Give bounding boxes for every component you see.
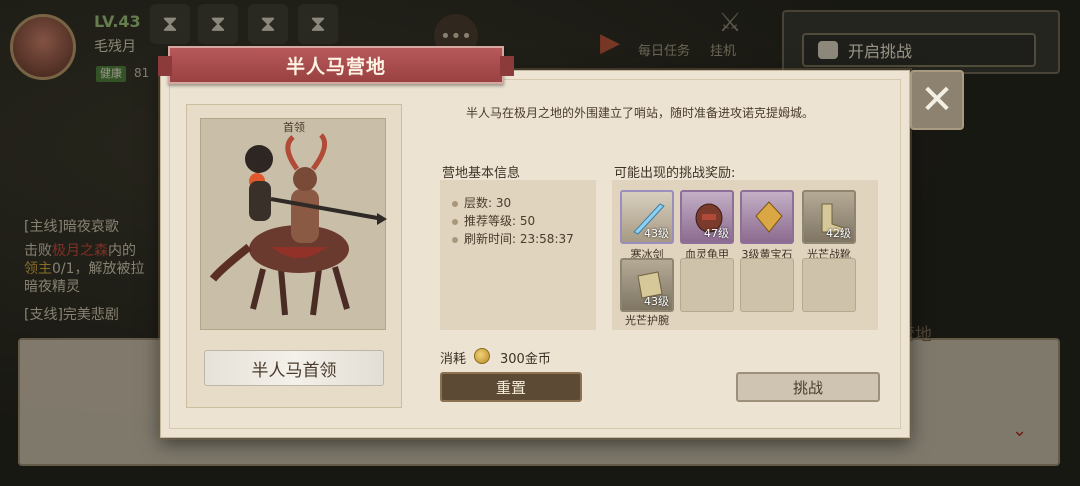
close-icon: ✕ [920, 77, 954, 123]
reset-label: 重置 [495, 378, 526, 397]
item-level: 43级 [644, 295, 669, 308]
boss-portrait [200, 118, 387, 330]
floors-value: 层数: 30 [464, 196, 512, 210]
bullet-icon [452, 218, 458, 225]
challenge-label: 挑战 [792, 378, 823, 397]
reward-slot-empty [740, 258, 794, 312]
challenge-button[interactable]: 挑战 [736, 372, 880, 402]
reward-slot-empty [802, 258, 856, 312]
cost-value: 300金币 [500, 352, 551, 367]
reward-slot-empty [680, 258, 734, 312]
rewards-heading: 可能出现的挑战奖励: [614, 166, 736, 181]
boss-tag: 首领 [283, 121, 305, 134]
boss-name: 半人马首领 [204, 350, 384, 386]
item-level: 42级 [826, 227, 851, 240]
recommended-level-value: 推荐等级: 50 [464, 214, 536, 228]
reward-item-yellow-gem[interactable] [740, 190, 794, 244]
reward-item-ice-sword[interactable]: 43级 [620, 190, 674, 244]
item-name: 光芒护腕 [625, 314, 669, 327]
gem-icon [755, 201, 783, 233]
centaur-boss-illustration [209, 133, 387, 316]
reward-item-blood-shell[interactable]: 47级 [680, 190, 734, 244]
bullet-icon [452, 200, 458, 207]
item-level: 43级 [644, 227, 669, 240]
bullet-icon [452, 236, 458, 243]
reset-button[interactable]: 重置 [440, 372, 582, 402]
info-recommended-level: 推荐等级: 50 [452, 212, 535, 229]
info-floors: 层数: 30 [452, 194, 511, 211]
refresh-time-value: 刷新时间: 23:58:37 [464, 232, 574, 246]
gold-coin-icon [474, 348, 490, 364]
reward-item-light-boots[interactable]: 42级 [802, 190, 856, 244]
reward-item-light-bracer[interactable]: 43级 [620, 258, 674, 312]
close-button[interactable]: ✕ [910, 70, 964, 130]
item-level: 47级 [704, 227, 729, 240]
info-refresh-time: 刷新时间: 23:58:37 [452, 230, 574, 247]
modal-title: 半人马营地 [158, 46, 514, 84]
camp-description: 半人马在极月之地的外围建立了哨站，随时准备进攻诺克提姆城。 [466, 106, 815, 120]
info-heading: 营地基本信息 [442, 166, 521, 181]
cost-label: 消耗 [440, 352, 467, 367]
